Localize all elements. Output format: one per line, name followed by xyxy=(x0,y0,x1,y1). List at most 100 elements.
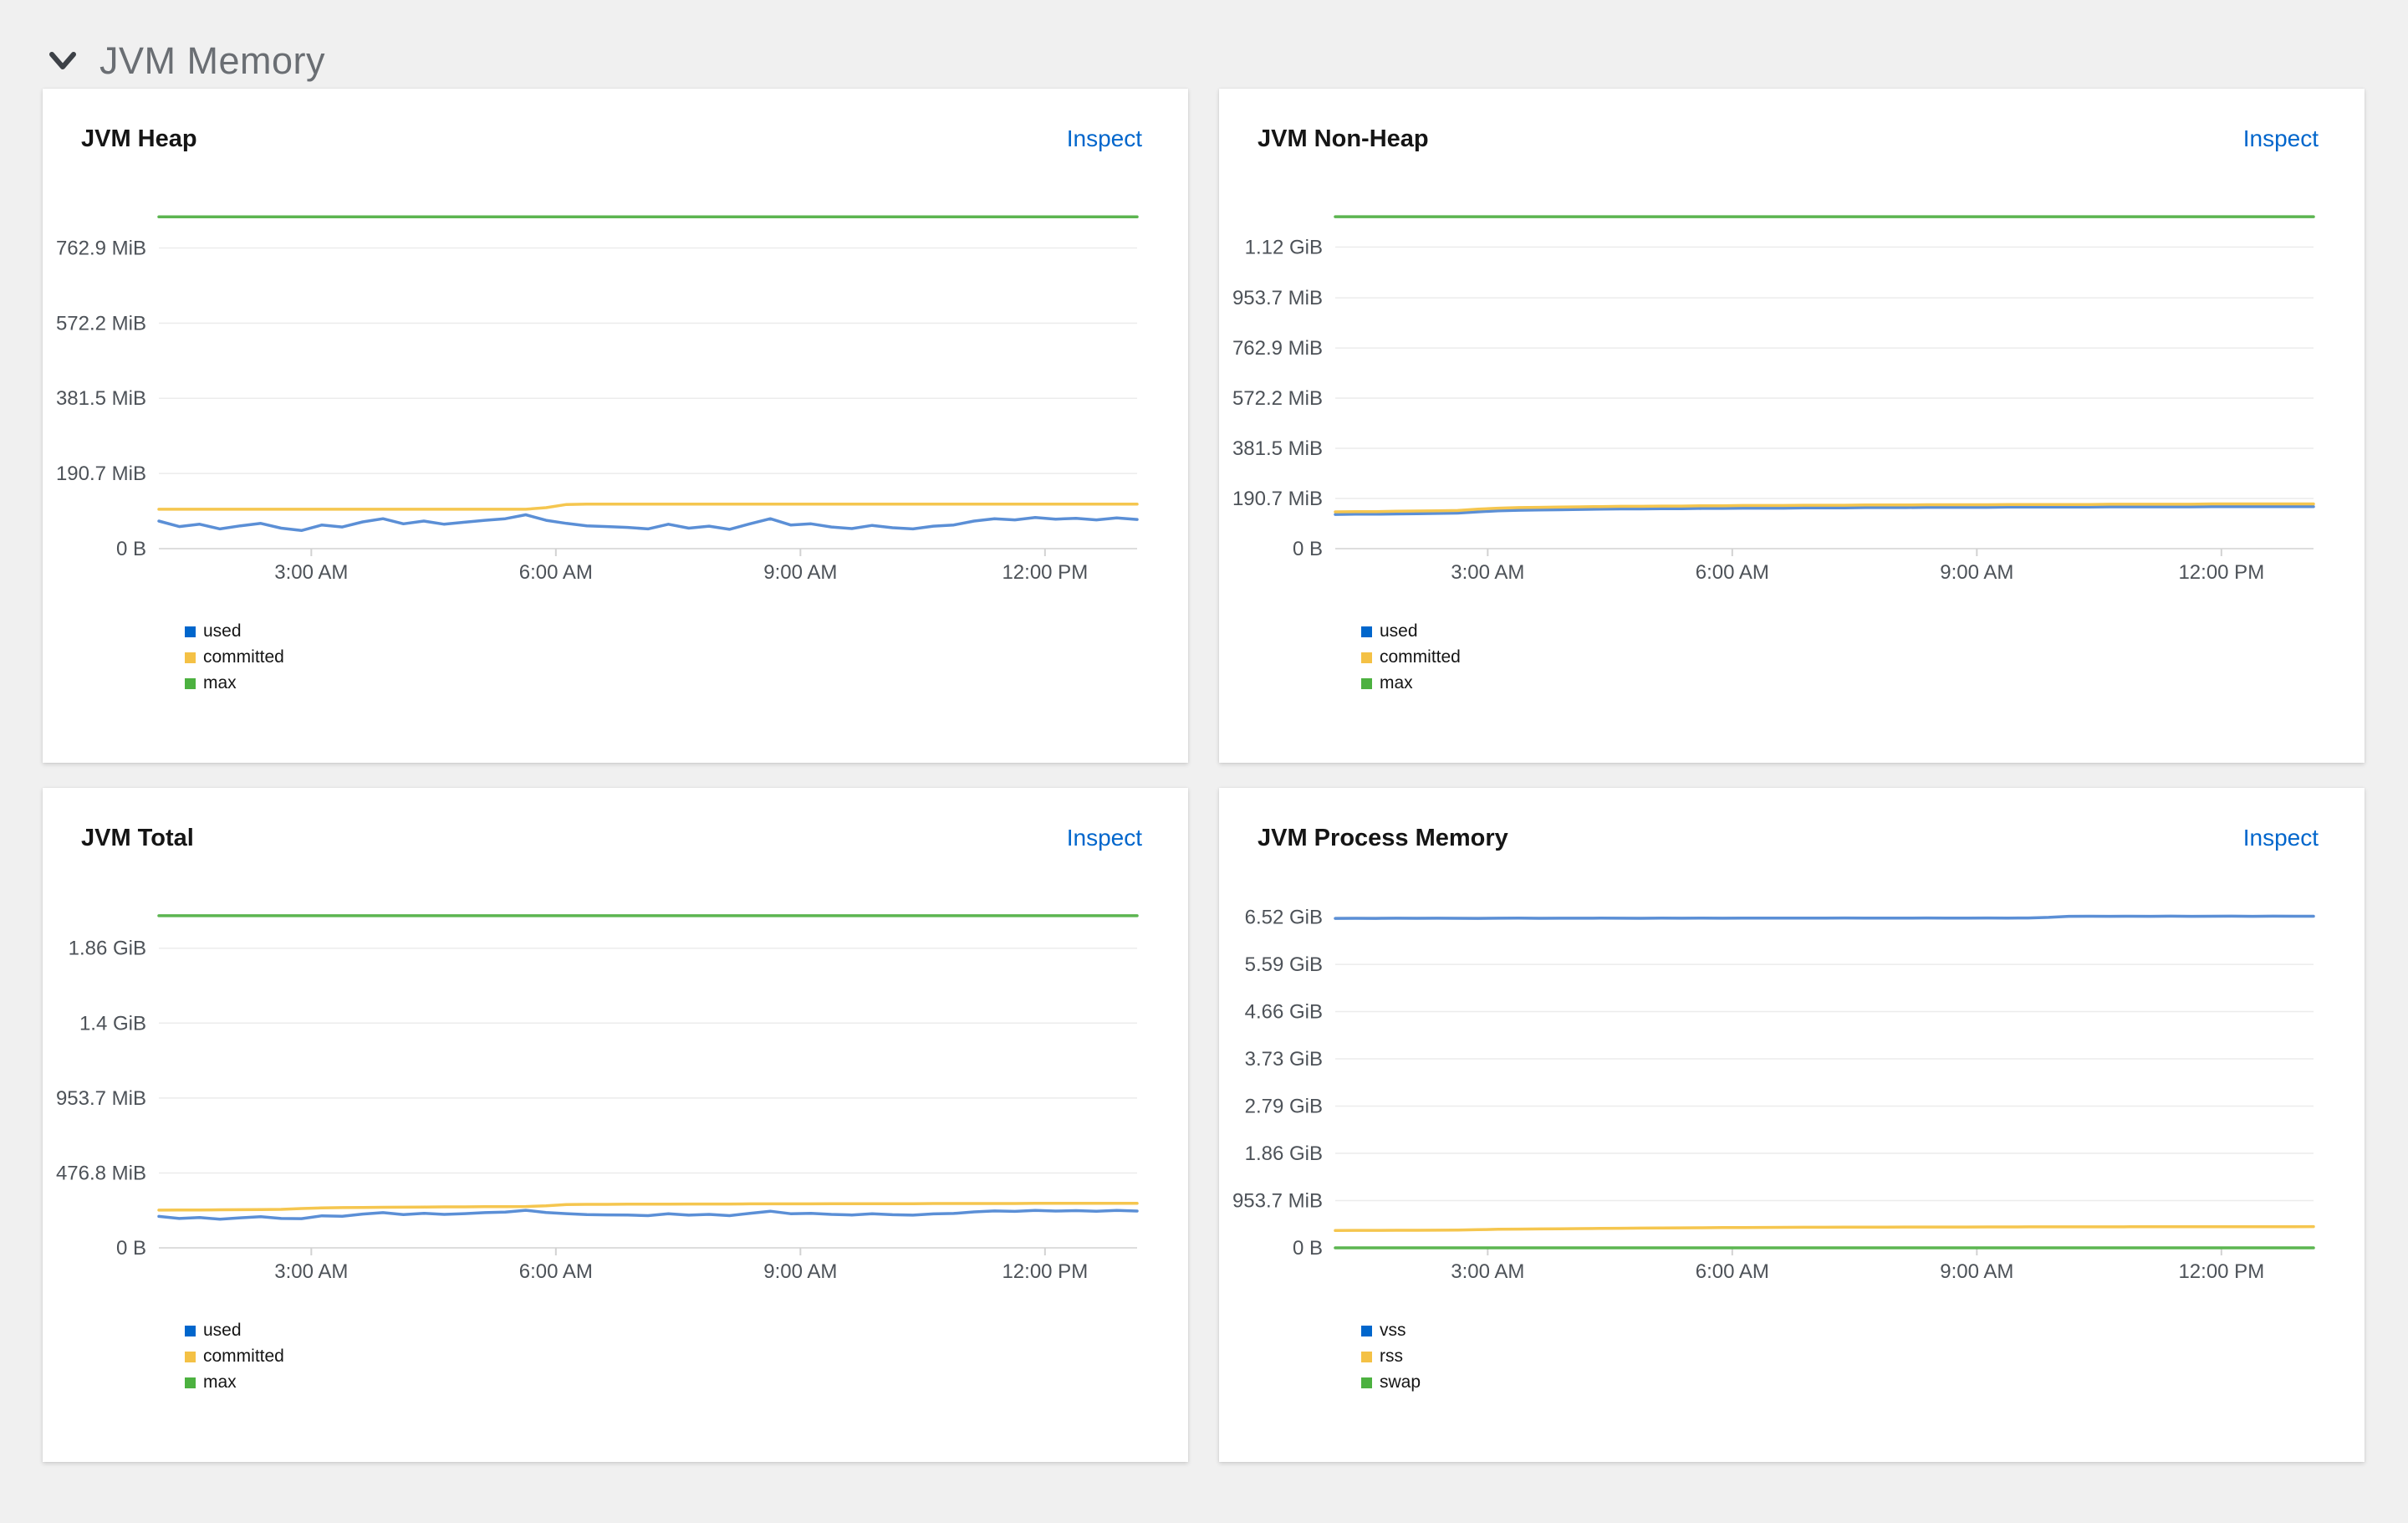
y-axis-label: 0 B xyxy=(116,538,146,560)
series-line-committed xyxy=(159,1204,1137,1210)
line-chart: 0 B190.7 MiB381.5 MiB572.2 MiB762.9 MiB3… xyxy=(43,156,1188,584)
legend-label: max xyxy=(203,1372,237,1393)
series-line-rss xyxy=(1335,1227,2314,1231)
legend-label: max xyxy=(203,673,237,693)
y-axis-label: 190.7 MiB xyxy=(56,463,146,485)
y-axis-label: 572.2 MiB xyxy=(56,312,146,335)
y-axis-label: 5.59 GiB xyxy=(1245,953,1323,976)
legend-item: max xyxy=(1361,674,2365,693)
x-axis-label: 3:00 AM xyxy=(1451,1260,1524,1283)
section-header: JVM Memory xyxy=(0,0,2408,89)
legend-label: used xyxy=(203,621,242,641)
chart-card-jvm-non-heap: JVM Non-Heap Inspect 0 B 190.7 MiB 381.5 M… xyxy=(1219,89,2365,763)
legend-item: vss xyxy=(1361,1321,2365,1340)
legend-swatch-icon xyxy=(185,652,196,663)
legend-item: committed xyxy=(1361,648,2365,667)
y-axis-label: 762.9 MiB xyxy=(1232,337,1323,360)
y-axis-label: 190.7 MiB xyxy=(1232,488,1323,510)
legend-swatch-icon xyxy=(185,1377,196,1388)
legend-label: committed xyxy=(203,647,284,667)
legend-item: committed xyxy=(185,648,1188,667)
inspect-link[interactable]: Inspect xyxy=(2243,825,2319,851)
chart-card-jvm-heap: JVM Heap Inspect 0 B 190.7 MiB 381.5 MiB 57… xyxy=(43,89,1188,763)
y-axis-label: 953.7 MiB xyxy=(1232,287,1323,309)
line-chart: 0 B476.8 MiB953.7 MiB1.4 GiB1.86 GiB3:00… xyxy=(43,855,1188,1283)
x-axis-label: 12:00 PM xyxy=(2178,1260,2264,1283)
legend-label: used xyxy=(1380,621,1418,641)
y-axis-label: 1.4 GiB xyxy=(79,1012,146,1035)
x-axis-label: 3:00 AM xyxy=(274,1260,348,1283)
legend-label: vss xyxy=(1380,1321,1406,1341)
x-axis-label: 6:00 AM xyxy=(519,1260,593,1283)
legend-swatch-icon xyxy=(1361,626,1372,637)
x-axis-label: 12:00 PM xyxy=(1002,1260,1088,1283)
legend-label: rss xyxy=(1380,1347,1403,1367)
x-axis-label: 12:00 PM xyxy=(2178,561,2264,584)
chart-legend: used committed max xyxy=(185,1321,1188,1392)
y-axis-label: 2.79 GiB xyxy=(1245,1096,1323,1118)
chart-legend: used committed max xyxy=(1361,622,2365,693)
x-axis-label: 6:00 AM xyxy=(1696,561,1769,584)
y-axis-label: 0 B xyxy=(116,1237,146,1260)
inspect-link[interactable]: Inspect xyxy=(1067,825,1142,851)
chart-card-jvm-process-memory: JVM Process Memory Inspect 0 B 953.7 MiB 1… xyxy=(1219,788,2365,1462)
x-axis-label: 6:00 AM xyxy=(519,561,593,584)
y-axis-label: 3.73 GiB xyxy=(1245,1048,1323,1071)
x-axis-label: 9:00 AM xyxy=(1940,1260,2013,1283)
legend-label: max xyxy=(1380,673,1413,693)
legend-swatch-icon xyxy=(1361,652,1372,663)
legend-swatch-icon xyxy=(1361,1326,1372,1336)
chevron-down-icon[interactable] xyxy=(48,51,77,71)
y-axis-label: 0 B xyxy=(1293,1237,1323,1260)
y-axis-label: 953.7 MiB xyxy=(56,1087,146,1110)
legend-swatch-icon xyxy=(1361,1377,1372,1388)
y-axis-label: 381.5 MiB xyxy=(56,387,146,410)
line-chart: 0 B 190.7 MiB 381.5 MiB 572.2 MiB 762.9 MiB 9… xyxy=(1219,156,2365,584)
legend-item: committed xyxy=(185,1347,1188,1366)
chart-title: JVM Heap xyxy=(81,125,197,153)
line-chart: 0 B 953.7 MiB 1.86 GiB 2.79 GiB 3.73 GiB 4.66… xyxy=(1219,855,2365,1283)
dashboard-grid: JVM Heap Inspect 0 B 190.7 MiB 381.5 MiB 57… xyxy=(43,89,2365,1462)
legend-swatch-icon xyxy=(185,1352,196,1362)
inspect-link[interactable]: Inspect xyxy=(1067,125,1142,152)
section-title: JVM Memory xyxy=(99,39,325,83)
legend-swatch-icon xyxy=(185,1326,196,1336)
y-axis-label: 0 B xyxy=(1293,538,1323,560)
x-axis-label: 12:00 PM xyxy=(1002,561,1088,584)
series-line-used xyxy=(159,515,1137,531)
legend-item: rss xyxy=(1361,1347,2365,1366)
y-axis-label: 381.5 MiB xyxy=(1232,437,1323,460)
series-line-vss xyxy=(1335,916,2314,918)
chart-title: JVM Non-Heap xyxy=(1258,125,1429,153)
legend-label: used xyxy=(203,1321,242,1341)
legend-item: used xyxy=(185,622,1188,641)
chart-legend: used committed max xyxy=(185,622,1188,693)
y-axis-label: 572.2 MiB xyxy=(1232,387,1323,410)
y-axis-label: 1.86 GiB xyxy=(1245,1142,1323,1165)
x-axis-label: 6:00 AM xyxy=(1696,1260,1769,1283)
legend-label: committed xyxy=(1380,647,1461,667)
y-axis-label: 1.12 GiB xyxy=(1245,236,1323,258)
legend-swatch-icon xyxy=(185,626,196,637)
legend-item: max xyxy=(185,1373,1188,1392)
y-axis-label: 1.86 GiB xyxy=(69,938,146,960)
legend-swatch-icon xyxy=(185,678,196,689)
x-axis-label: 3:00 AM xyxy=(1451,561,1524,584)
legend-item: max xyxy=(185,674,1188,693)
legend-swatch-icon xyxy=(1361,1352,1372,1362)
chart-legend: vss rss swap xyxy=(1361,1321,2365,1392)
series-line-committed xyxy=(159,504,1137,509)
y-axis-label: 4.66 GiB xyxy=(1245,1001,1323,1024)
legend-item: used xyxy=(185,1321,1188,1340)
y-axis-label: 6.52 GiB xyxy=(1245,907,1323,929)
series-line-used xyxy=(159,1210,1137,1219)
y-axis-label: 762.9 MiB xyxy=(56,238,146,260)
chart-card-jvm-total: JVM Total Inspect 0 B476.8 MiB953.7 MiB1… xyxy=(43,788,1188,1462)
legend-swatch-icon xyxy=(1361,678,1372,689)
chart-title: JVM Process Memory xyxy=(1258,825,1508,852)
y-axis-label: 953.7 MiB xyxy=(1232,1190,1323,1213)
inspect-link[interactable]: Inspect xyxy=(2243,125,2319,152)
x-axis-label: 9:00 AM xyxy=(1940,561,2013,584)
x-axis-label: 9:00 AM xyxy=(763,1260,837,1283)
legend-label: swap xyxy=(1380,1372,1421,1393)
